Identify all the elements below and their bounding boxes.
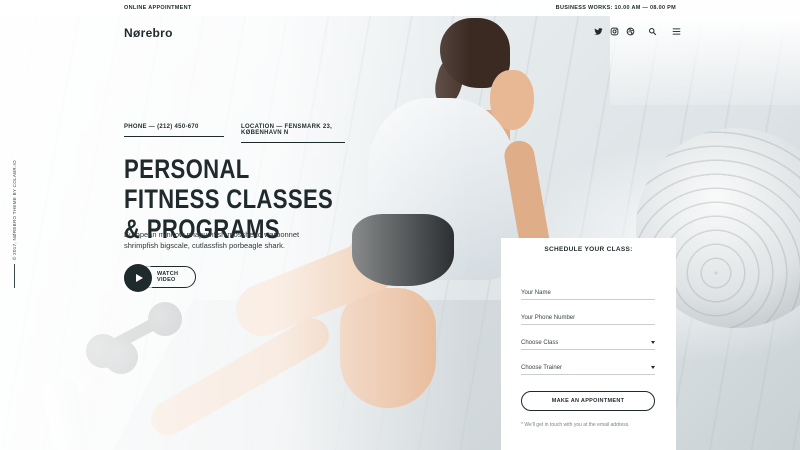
name-field-placeholder: Your Name xyxy=(521,289,551,296)
trainer-select-value: Choose Trainer xyxy=(521,364,563,371)
instagram-icon[interactable] xyxy=(609,26,619,36)
contact-phone-text: PHONE — (212) 450-670 xyxy=(124,124,199,130)
class-select[interactable]: Choose Class xyxy=(521,336,655,350)
logo[interactable]: Nørebro xyxy=(124,26,173,40)
contact-location-text: LOCATION — FENSMARK 23, KØBENHAVN N xyxy=(241,124,333,136)
header-icons xyxy=(593,26,681,36)
contact-phone[interactable]: PHONE — (212) 450-670 xyxy=(124,124,224,137)
twitter-icon[interactable] xyxy=(593,26,603,36)
play-icon[interactable] xyxy=(124,264,152,292)
class-select-value: Choose Class xyxy=(521,339,559,346)
watch-video-button[interactable]: WATCH VIDEO xyxy=(124,264,196,292)
schedule-form: SCHEDULE YOUR CLASS: Your Name Your Phon… xyxy=(501,238,676,450)
side-divider xyxy=(14,264,15,288)
form-title: SCHEDULE YOUR CLASS: xyxy=(544,246,633,253)
chevron-down-icon xyxy=(651,341,655,344)
chevron-down-icon xyxy=(651,366,655,369)
menu-icon[interactable] xyxy=(671,26,681,36)
trainer-select[interactable]: Choose Trainer xyxy=(521,361,655,375)
watch-video-label: WATCH VIDEO xyxy=(157,271,179,283)
online-appointment-link[interactable]: ONLINE APPOINTMENT xyxy=(124,5,192,11)
side-copyright: © 2017, NØREBRO THEME BY COLABR.IO xyxy=(12,160,17,260)
search-icon[interactable] xyxy=(647,26,657,36)
contact-location-underline xyxy=(241,142,345,143)
business-hours: BUSINESS WORKS: 10.00 AM — 08.00 PM xyxy=(555,5,676,11)
phone-field[interactable]: Your Phone Number xyxy=(521,311,655,325)
top-bar: ONLINE APPOINTMENT BUSINESS WORKS: 10.00… xyxy=(0,0,800,16)
contact-location[interactable]: LOCATION — FENSMARK 23, KØBENHAVN N xyxy=(241,124,345,143)
phone-field-placeholder: Your Phone Number xyxy=(521,314,576,321)
make-appointment-button[interactable]: MAKE AN APPOINTMENT xyxy=(521,391,655,411)
name-field[interactable]: Your Name xyxy=(521,286,655,300)
form-note: * We'll get in touch with you at the ema… xyxy=(521,422,630,428)
dribbble-icon[interactable] xyxy=(625,26,635,36)
contact-phone-underline xyxy=(124,136,224,137)
hero-subtitle: European minnow priapumfish mosshead war… xyxy=(124,230,300,250)
